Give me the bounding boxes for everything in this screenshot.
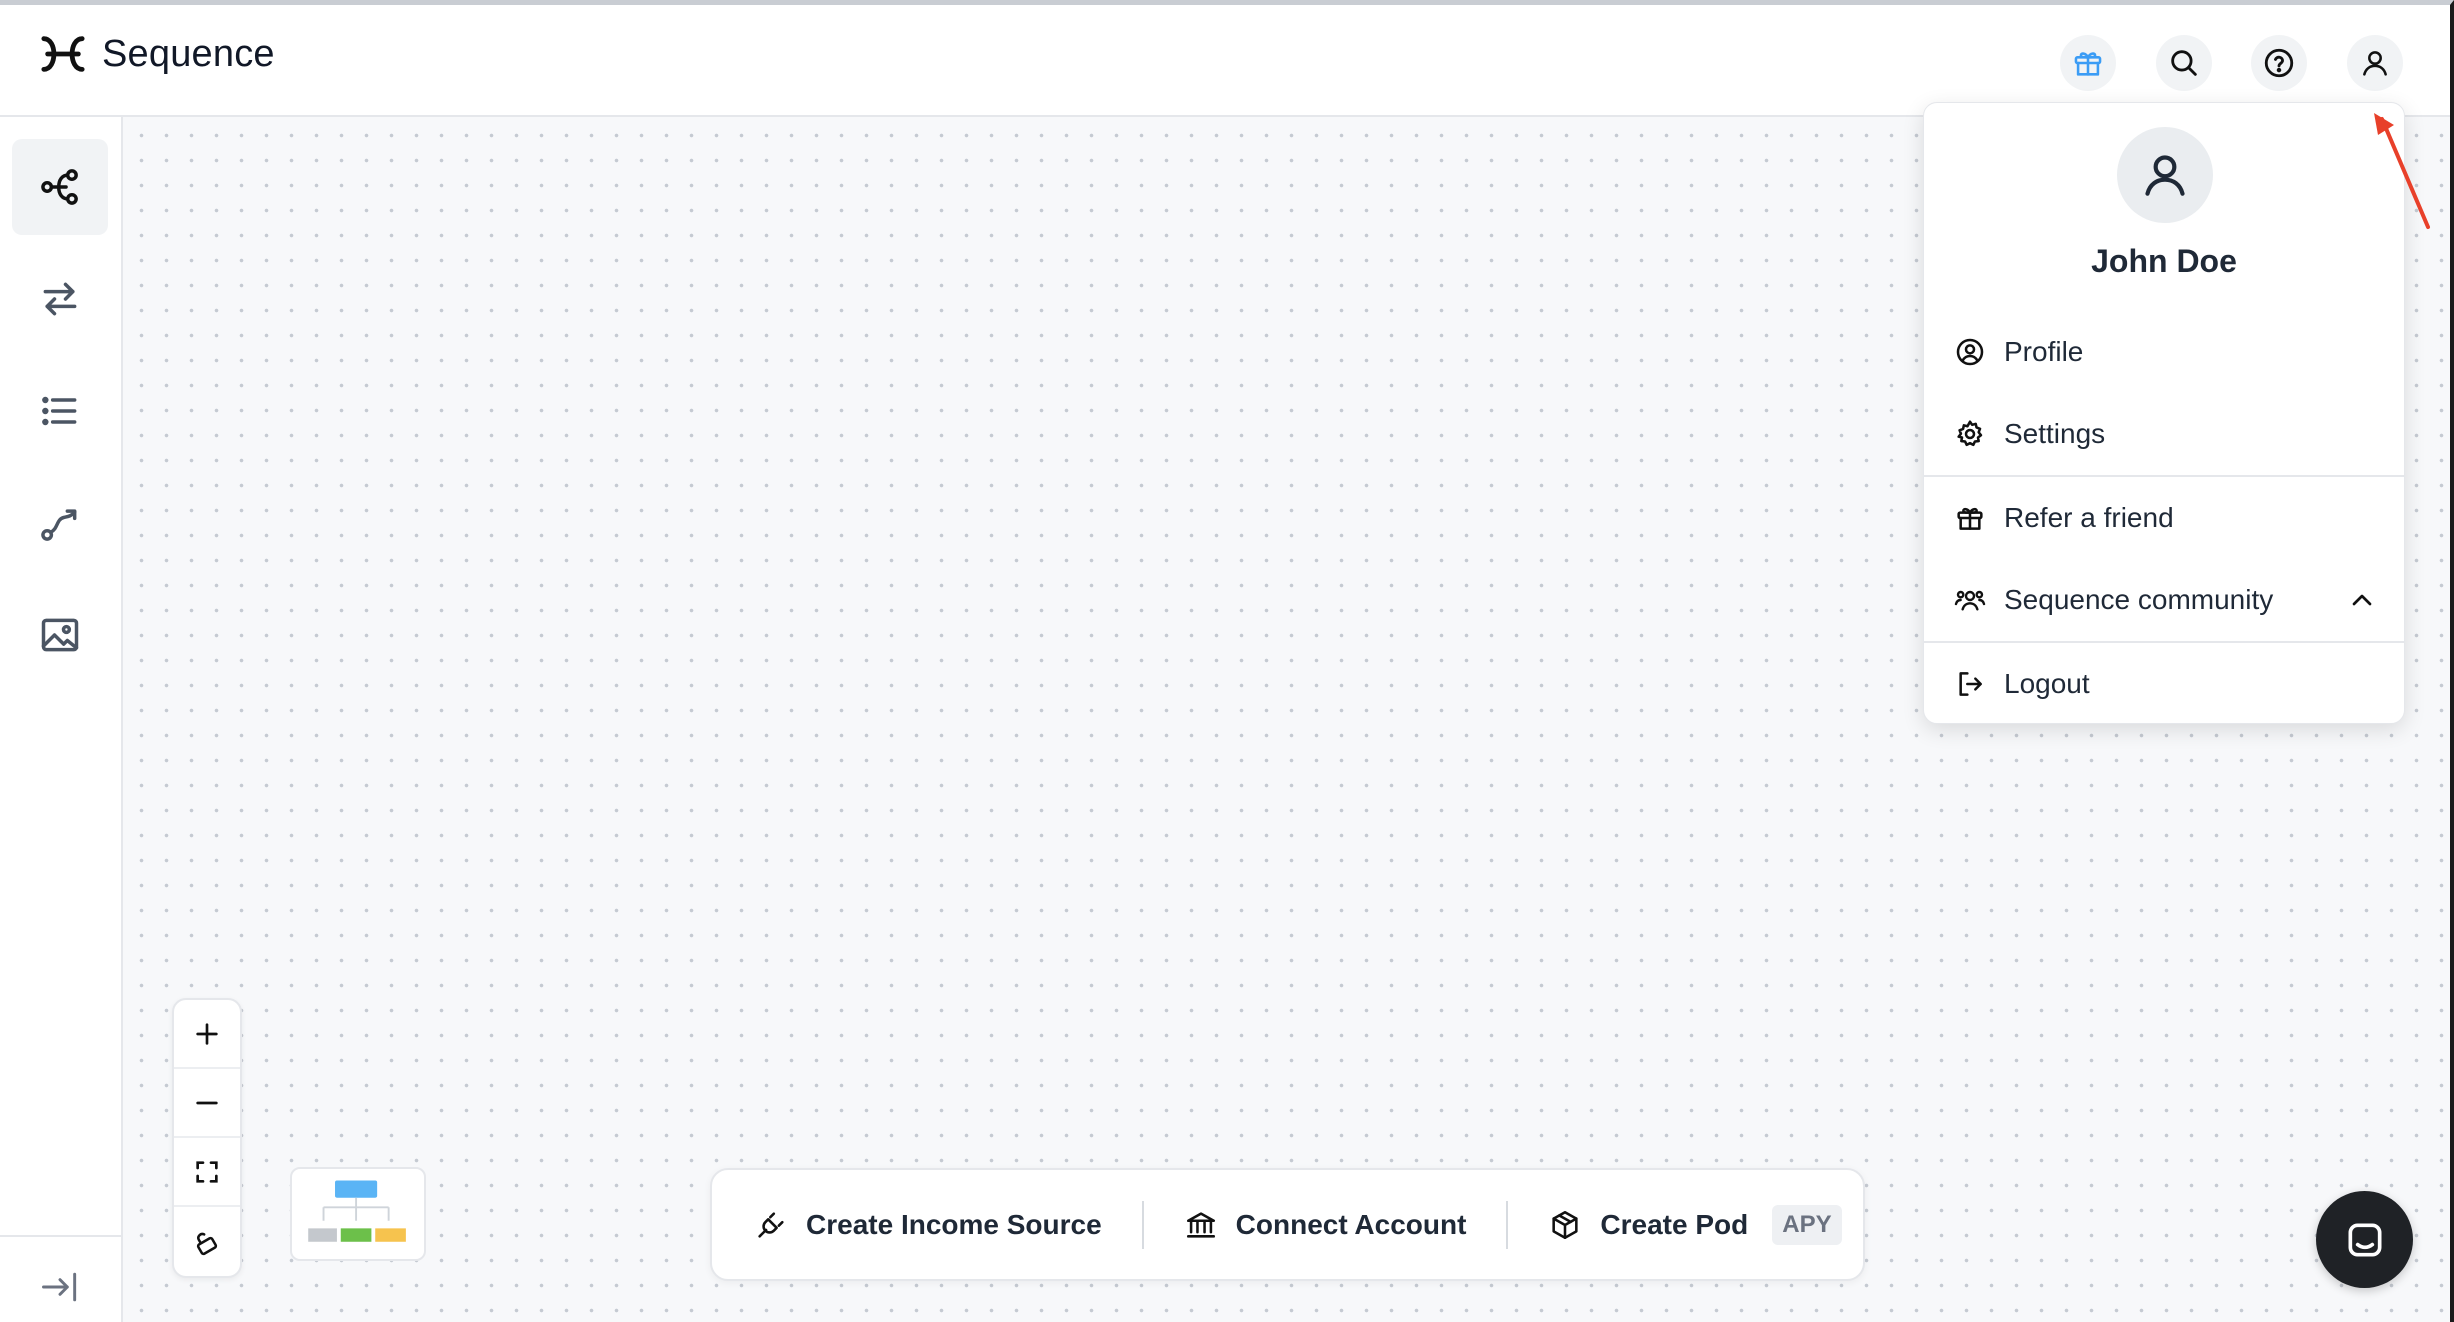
fit-view-icon <box>196 1160 218 1183</box>
zoom-controls <box>172 998 242 1278</box>
connect-account-label: Connect Account <box>1235 1208 1467 1240</box>
transfer-arrows-icon <box>43 282 77 316</box>
user-avatar-icon <box>2145 155 2185 196</box>
brand[interactable]: Sequence <box>40 31 275 77</box>
list-icon <box>42 396 77 426</box>
menu-item-label: Refer a friend <box>2004 502 2174 533</box>
lock-button[interactable] <box>174 1207 240 1276</box>
sidebar-item-flow[interactable] <box>12 139 108 235</box>
zoom-in-button[interactable] <box>174 1000 240 1069</box>
collapse-icon[interactable] <box>38 1265 82 1309</box>
route-icon <box>41 509 77 541</box>
user-menu-button[interactable] <box>2347 35 2403 91</box>
avatar <box>2117 127 2213 223</box>
zoom-out-icon <box>196 1101 218 1104</box>
sidebar-item-gallery[interactable] <box>12 587 108 683</box>
user-icon <box>2363 51 2387 76</box>
minimap[interactable] <box>290 1167 426 1261</box>
user-menu-dropdown: John Doe Profile Settings Refer a friend <box>1923 102 2405 724</box>
apy-badge: APY <box>1772 1204 1842 1245</box>
sidebar-item-transfers[interactable] <box>12 251 108 347</box>
help-button[interactable] <box>2251 35 2307 91</box>
chevron-up-icon[interactable] <box>2346 584 2378 616</box>
connect-account-button[interactable]: Connect Account <box>1184 1195 1467 1255</box>
menu-item-settings[interactable]: Settings <box>1924 398 2404 470</box>
create-pod-button[interactable]: Create Pod APY <box>1548 1195 1842 1255</box>
lock-icon <box>196 1232 218 1255</box>
profile-icon <box>1956 338 1984 366</box>
menu-item-label: Settings <box>2004 418 2106 449</box>
gift-icon <box>1957 507 1983 530</box>
sidebar-item-list[interactable] <box>12 363 108 459</box>
action-bar: Create Income Source Connect Account Cre… <box>710 1168 1865 1281</box>
chat-support-button[interactable] <box>2316 1191 2413 1288</box>
gift-icon <box>2074 52 2102 76</box>
menu-divider <box>1924 641 2404 643</box>
nodes-icon <box>41 169 78 205</box>
sidebar <box>0 117 123 1322</box>
create-income-source-button[interactable]: Create Income Source <box>754 1195 1102 1255</box>
gift-button[interactable] <box>2060 35 2116 91</box>
menu-item-community[interactable]: Sequence community <box>1924 564 2404 636</box>
fit-view-button[interactable] <box>174 1138 240 1207</box>
search-icon <box>2171 50 2197 76</box>
logout-icon <box>1959 672 1982 696</box>
menu-item-label: Profile <box>2004 336 2084 367</box>
create-income-source-label: Create Income Source <box>806 1208 1102 1240</box>
app-window: Sequence Create Income Source Connect Ac… <box>0 0 2454 1322</box>
community-icon <box>1954 590 1986 611</box>
zoom-in-icon <box>196 1022 218 1045</box>
menu-item-label: Logout <box>2004 668 2090 699</box>
bank-icon <box>1186 1211 1215 1238</box>
box-icon <box>1552 1210 1579 1239</box>
search-button[interactable] <box>2156 35 2212 91</box>
app-name: Sequence <box>102 32 275 75</box>
chat-icon <box>2348 1223 2381 1256</box>
menu-item-refer[interactable]: Refer a friend <box>1924 482 2404 554</box>
menu-item-label: Sequence community <box>2004 584 2274 615</box>
sidebar-divider <box>0 1235 121 1237</box>
sequence-logo-icon <box>41 36 85 72</box>
annotation-arrow-icon <box>2374 113 2430 229</box>
action-separator <box>1141 1200 1144 1249</box>
menu-item-profile[interactable]: Profile <box>1924 316 2404 388</box>
zoom-out-button[interactable] <box>174 1069 240 1138</box>
sidebar-item-routes[interactable] <box>12 475 108 571</box>
menu-divider <box>1924 475 2404 477</box>
action-separator <box>1506 1200 1509 1249</box>
menu-item-logout[interactable]: Logout <box>1924 648 2404 720</box>
help-icon <box>2264 48 2294 78</box>
plug-icon <box>758 1211 784 1238</box>
image-icon <box>41 618 79 652</box>
create-pod-label: Create Pod <box>1600 1208 1749 1240</box>
gear-icon <box>1957 420 1983 447</box>
top-bar: Sequence <box>0 5 2450 117</box>
user-name: John Doe <box>2091 243 2237 279</box>
minimap-diagram-icon <box>308 1180 406 1242</box>
